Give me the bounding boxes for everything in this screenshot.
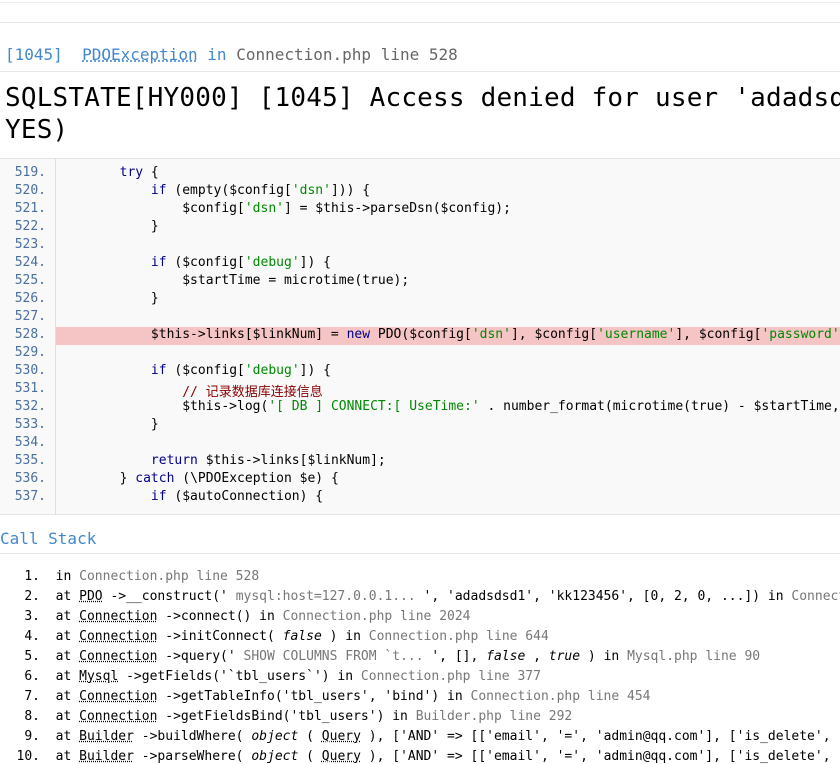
code-line: $this->log('[ DB ] CONNECT:[ UseTime:' .… bbox=[57, 399, 840, 414]
exception-class-link[interactable]: PDOException bbox=[82, 45, 198, 64]
in-word: in bbox=[207, 45, 227, 64]
error-code: [1045] bbox=[5, 45, 63, 64]
call-stack-item: 3. at Connection ->connect() in Connecti… bbox=[0, 609, 471, 624]
line-number: 519. bbox=[14, 165, 46, 180]
call-stack-number: 5. bbox=[24, 649, 40, 664]
line-number: 533. bbox=[14, 417, 46, 432]
call-stack-number: 3. bbox=[24, 609, 40, 624]
call-stack-item: 5. at Connection ->query(' SHOW COLUMNS … bbox=[0, 649, 760, 664]
code-line: } bbox=[57, 219, 159, 234]
call-stack-item: 4. at Connection ->initConnect( false ) … bbox=[0, 629, 549, 644]
divider bbox=[0, 71, 840, 72]
exception-message: SQLSTATE[HY000] [1045] Access denied for… bbox=[5, 82, 840, 146]
call-stack-text: at PDO ->__construct(' mysql:host=127.0.… bbox=[40, 589, 840, 604]
divider bbox=[0, 553, 840, 554]
code-line: // 记录数据库连接信息 bbox=[57, 385, 323, 400]
exception-header: [1045] PDOException in Connection.php li… bbox=[5, 45, 458, 64]
line-number: 529. bbox=[14, 345, 46, 360]
exception-file: Connection.php line 528 bbox=[236, 45, 458, 64]
call-stack-title: Call Stack bbox=[0, 529, 97, 548]
call-stack-text: at Connection ->query(' SHOW COLUMNS FRO… bbox=[40, 649, 761, 664]
line-number: 535. bbox=[14, 453, 46, 468]
line-number: 525. bbox=[14, 273, 46, 288]
code-line: $startTime = microtime(true); bbox=[57, 273, 410, 288]
line-number: 530. bbox=[14, 363, 46, 378]
line-number: 537. bbox=[14, 489, 46, 504]
call-stack-item: 2. at PDO ->__construct(' mysql:host=127… bbox=[0, 589, 840, 604]
code-line: try { bbox=[119, 165, 159, 180]
call-stack-number: 10. bbox=[16, 749, 40, 764]
call-stack-text: at Connection ->connect() in Connection.… bbox=[40, 609, 471, 624]
call-stack-number: 1. bbox=[24, 569, 40, 584]
code-line: if (empty($config['dsn'])) { bbox=[150, 183, 371, 198]
code-line: if ($config['debug']) { bbox=[150, 255, 331, 270]
message-line-2: YES) bbox=[5, 115, 69, 145]
call-stack-text: at Builder ->parseWhere( object ( Query … bbox=[40, 749, 840, 764]
call-stack-item: 7. at Connection ->getTableInfo('tbl_use… bbox=[0, 689, 651, 704]
call-stack-item: 9. at Builder ->buildWhere( object ( Que… bbox=[0, 729, 840, 744]
call-stack-text: at Builder ->buildWhere( object ( Query … bbox=[40, 729, 840, 744]
call-stack-number: 4. bbox=[24, 629, 40, 644]
code-line: if ($config['debug']) { bbox=[150, 363, 331, 378]
line-number: 536. bbox=[14, 471, 46, 486]
line-number: 534. bbox=[14, 435, 46, 450]
line-number: 528. bbox=[14, 327, 46, 342]
code-line: } catch (\PDOException $e) { bbox=[57, 471, 339, 486]
call-stack-number: 9. bbox=[24, 729, 40, 744]
call-stack-item: 6. at Mysql ->getFields('`tbl_users`') i… bbox=[0, 669, 541, 684]
line-number: 521. bbox=[14, 201, 46, 216]
call-stack-text: in Connection.php line 528 bbox=[40, 569, 260, 584]
line-number: 532. bbox=[14, 399, 46, 414]
line-number: 522. bbox=[14, 219, 46, 234]
line-number: 531. bbox=[14, 381, 46, 396]
call-stack-number: 8. bbox=[24, 709, 40, 724]
call-stack-text: at Connection ->initConnect( false ) in … bbox=[40, 629, 549, 644]
line-number: 523. bbox=[14, 237, 46, 252]
code-line: if ($autoConnection) { bbox=[150, 489, 324, 504]
line-number: 524. bbox=[14, 255, 46, 270]
call-stack-item: 8. at Connection ->getFieldsBind('tbl_us… bbox=[0, 709, 572, 724]
line-number: 526. bbox=[14, 291, 46, 306]
line-number: 520. bbox=[14, 183, 46, 198]
call-stack-item: 10. at Builder ->parseWhere( object ( Qu… bbox=[0, 749, 840, 764]
code-line: $config['dsn'] = $this->parseDsn($config… bbox=[57, 201, 511, 216]
code-line: return $this->links[$linkNum]; bbox=[150, 453, 386, 468]
source-code-panel: 519. try { 520. if (empty($config['dsn'])… bbox=[0, 158, 840, 515]
call-stack-number: 2. bbox=[24, 589, 40, 604]
code-line: } bbox=[57, 417, 159, 432]
call-stack-text: at Connection ->getFieldsBind('tbl_users… bbox=[40, 709, 573, 724]
line-number: 527. bbox=[14, 309, 46, 324]
code-line: $this->links[$linkNum] = new PDO($config… bbox=[57, 327, 840, 342]
call-stack-text: at Connection ->getTableInfo('tbl_users'… bbox=[40, 689, 651, 704]
call-stack-number: 6. bbox=[24, 669, 40, 684]
top-bar bbox=[0, 0, 840, 23]
code-line: } bbox=[57, 291, 159, 306]
message-line-1: SQLSTATE[HY000] [1045] Access denied for… bbox=[5, 83, 840, 113]
call-stack-number: 7. bbox=[24, 689, 40, 704]
call-stack-item: 1. in Connection.php line 528 bbox=[0, 569, 259, 584]
call-stack-text: at Mysql ->getFields('`tbl_users`') in C… bbox=[40, 669, 541, 684]
